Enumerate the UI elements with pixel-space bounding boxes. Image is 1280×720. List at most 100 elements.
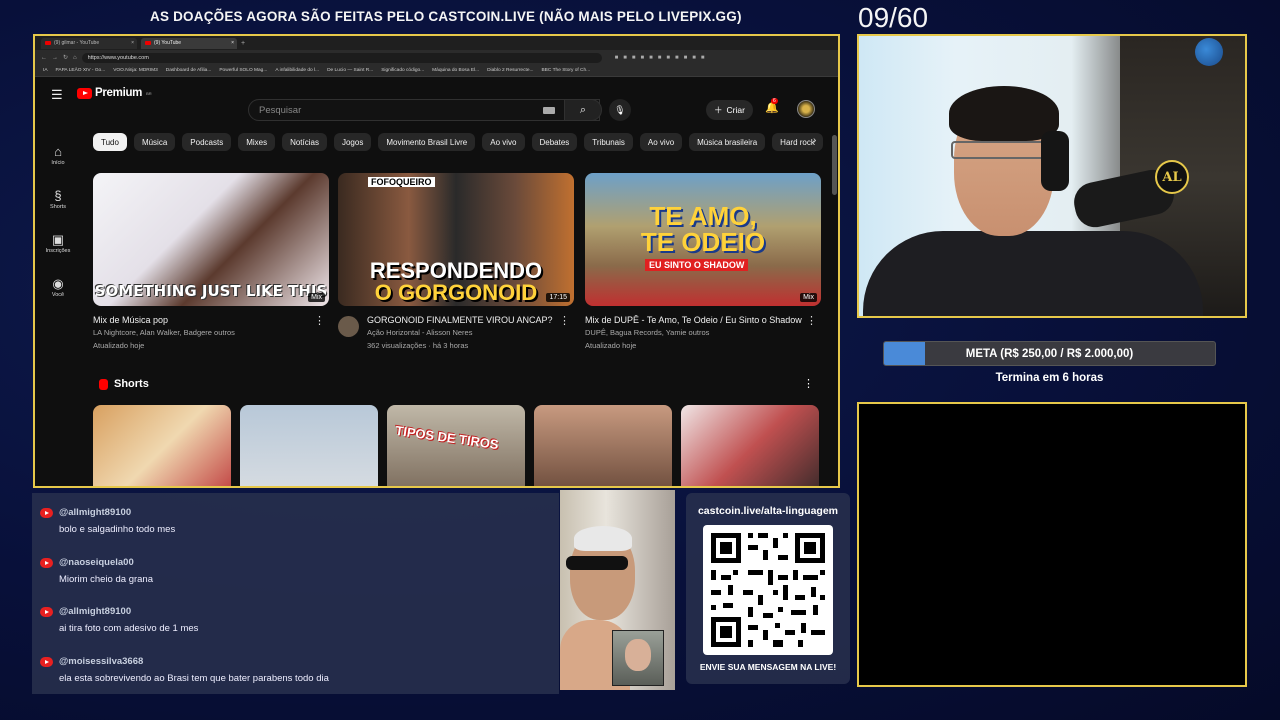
bookmark[interactable]: PAPA LEÃO XIV - Go... bbox=[56, 68, 106, 73]
short-thumbnail[interactable] bbox=[93, 405, 231, 486]
bookmark[interactable]: De Lucio — Saint R... bbox=[327, 68, 373, 73]
youtube-icon bbox=[40, 558, 53, 568]
shorts-logo-icon bbox=[99, 378, 108, 390]
short-thumbnail[interactable] bbox=[240, 405, 378, 486]
bookmark[interactable]: Powerful SOLO Mag... bbox=[219, 68, 267, 73]
sidebar-item-home[interactable]: ⌂ Início bbox=[35, 133, 81, 177]
extension-icon[interactable]: ■ bbox=[701, 55, 705, 61]
video-thumbnail[interactable]: SOMETHING JUST LIKE THIS Mix bbox=[93, 173, 329, 306]
chip[interactable]: Debates bbox=[531, 133, 578, 151]
filter-chips: Tudo Música Podcasts Mixes Notícias Jogo… bbox=[93, 133, 823, 151]
shorts-heading: Shorts bbox=[99, 378, 149, 390]
extension-icon[interactable]: ■ bbox=[649, 55, 653, 61]
bookmark[interactable]: BBC The Story of Ch... bbox=[541, 68, 590, 73]
bell-icon: 🔔 bbox=[765, 102, 779, 114]
create-button[interactable]: ＋ Criar bbox=[706, 100, 753, 120]
browser-tab-active[interactable]: (9) YouTube × bbox=[141, 37, 237, 49]
bookmark[interactable]: A infalibilidade do l... bbox=[275, 68, 319, 73]
chip[interactable]: Tudo bbox=[93, 133, 127, 151]
close-tab-icon[interactable]: × bbox=[231, 40, 234, 46]
bookmark[interactable]: Significado código... bbox=[381, 68, 424, 73]
bookmark[interactable]: VOO.Ninja: MDRIM3 bbox=[113, 68, 158, 73]
more-options-icon[interactable]: ⋮ bbox=[314, 314, 325, 327]
chat-username: @allmight89100 bbox=[59, 606, 132, 617]
chip[interactable]: Ao vivo bbox=[639, 133, 683, 151]
bookmarks-bar: IA PAPA LEÃO XIV - Go... VOO.Ninja: MDRI… bbox=[35, 65, 838, 77]
you-icon: ◉ bbox=[52, 275, 64, 291]
extension-icon[interactable]: ■ bbox=[623, 55, 627, 61]
video-channel[interactable]: Ação Horizontal - Alisson Neres bbox=[367, 326, 574, 339]
extension-icon[interactable]: ■ bbox=[675, 55, 679, 61]
bookmark[interactable]: Máquina do Bosa El... bbox=[432, 68, 479, 73]
extension-icon[interactable]: ■ bbox=[615, 55, 619, 61]
browser-tabbar: (9) gilmar - YouTube × (9) YouTube × + bbox=[35, 36, 838, 50]
short-thumbnail[interactable] bbox=[681, 405, 819, 486]
sunglasses bbox=[566, 556, 628, 570]
mix-badge: Mix bbox=[800, 293, 817, 302]
forward-icon[interactable]: → bbox=[52, 55, 58, 61]
bookmark[interactable]: Dashboard de Afilia... bbox=[166, 68, 212, 73]
chat-text: ela esta sobrevivendo ao Brasi tem que b… bbox=[59, 673, 329, 684]
chevron-right-icon[interactable]: › bbox=[813, 135, 816, 146]
more-options-icon[interactable]: ⋮ bbox=[806, 314, 817, 327]
sidebar-item-subscriptions[interactable]: ▣ Inscrições bbox=[35, 221, 81, 265]
youtube-logo[interactable]: Premium BR bbox=[77, 87, 152, 99]
keyboard-icon[interactable] bbox=[543, 107, 555, 114]
avatar[interactable] bbox=[797, 100, 815, 118]
short-thumbnail[interactable]: TIPOS DE TIROS bbox=[387, 405, 525, 486]
bookmark[interactable]: Diablo 2 Resurrecte... bbox=[487, 68, 533, 73]
chip[interactable]: Música bbox=[133, 133, 176, 151]
chip[interactable]: Movimento Brasil Livre bbox=[378, 133, 476, 151]
voice-search-button[interactable]: 🎙 bbox=[609, 99, 631, 121]
extension-icon[interactable]: ■ bbox=[666, 55, 670, 61]
browser-tab[interactable]: (9) gilmar - YouTube × bbox=[41, 37, 137, 49]
video-thumbnail[interactable]: FOFOQUEIRO RESPONDENDO O GORGONOID 17:15 bbox=[338, 173, 574, 306]
sidebar-item-you[interactable]: ◉ Você bbox=[35, 265, 81, 309]
new-tab-icon[interactable]: + bbox=[241, 40, 245, 47]
extension-icon[interactable]: ■ bbox=[658, 55, 662, 61]
extension-icon[interactable]: ■ bbox=[641, 55, 645, 61]
home-nav-icon[interactable]: ⌂ bbox=[73, 55, 77, 61]
video-card[interactable]: FOFOQUEIRO RESPONDENDO O GORGONOID 17:15 … bbox=[338, 173, 574, 352]
extension-icon[interactable]: ■ bbox=[692, 55, 696, 61]
qr-url: castcoin.live/alta-linguagem bbox=[697, 505, 839, 517]
chip[interactable]: Ao vivo bbox=[482, 133, 525, 151]
goal-deadline: Termina em 6 horas bbox=[995, 372, 1104, 384]
notifications-button[interactable]: 🔔 6 bbox=[765, 98, 779, 114]
youtube-icon bbox=[40, 657, 53, 667]
sidebar-item-shorts[interactable]: § Shorts bbox=[35, 177, 81, 221]
video-title[interactable]: GORGONOID FINALMENTE VIROU ANCAP? bbox=[367, 314, 574, 326]
more-options-icon[interactable]: ⋮ bbox=[803, 377, 814, 390]
video-card[interactable]: SOMETHING JUST LIKE THIS Mix Mix de Músi… bbox=[93, 173, 329, 352]
sidebar: ⌂ Início § Shorts ▣ Inscrições ◉ Você bbox=[35, 133, 81, 309]
video-title[interactable]: Mix de Música pop bbox=[93, 314, 329, 326]
chip[interactable]: Mixes bbox=[238, 133, 276, 151]
chip[interactable]: Tribunais bbox=[584, 133, 633, 151]
youtube-icon bbox=[40, 607, 53, 617]
streamer-body bbox=[863, 231, 1203, 316]
short-thumbnail[interactable] bbox=[534, 405, 672, 486]
chip[interactable]: Música brasileira bbox=[689, 133, 766, 151]
url-bar[interactable]: https://www.youtube.com bbox=[81, 52, 602, 63]
channel-avatar[interactable] bbox=[338, 316, 359, 337]
scrollbar[interactable] bbox=[832, 135, 837, 195]
chip[interactable]: Jogos bbox=[333, 133, 372, 151]
chip[interactable]: Podcasts bbox=[182, 133, 232, 151]
glasses bbox=[951, 141, 1047, 159]
close-tab-icon[interactable]: × bbox=[131, 40, 134, 46]
extension-icon[interactable]: ■ bbox=[684, 55, 688, 61]
extension-icon[interactable]: ■ bbox=[632, 55, 636, 61]
video-meta: Atualizado hoje bbox=[93, 341, 145, 350]
reload-icon[interactable]: ↻ bbox=[63, 54, 68, 61]
video-card[interactable]: TE AMO, TE ODEIO EU SINTO O SHADOW Mix Mi… bbox=[585, 173, 821, 352]
back-icon[interactable]: ← bbox=[41, 55, 47, 61]
chip[interactable]: Notícias bbox=[282, 133, 327, 151]
search-button[interactable]: ⌕ bbox=[564, 99, 602, 121]
chat-username: @naoseiquela00 bbox=[59, 557, 134, 568]
video-title[interactable]: Mix de DUPÊ - Te Amo, Te Odeio / Eu Sint… bbox=[585, 314, 821, 326]
menu-icon[interactable]: ☰ bbox=[51, 87, 63, 103]
more-options-icon[interactable]: ⋮ bbox=[559, 314, 570, 327]
video-thumbnail[interactable]: TE AMO, TE ODEIO EU SINTO O SHADOW Mix bbox=[585, 173, 821, 306]
bookmark[interactable]: IA bbox=[43, 68, 48, 73]
goal-label: META (R$ 250,00 / R$ 2.000,00) bbox=[965, 347, 1134, 360]
